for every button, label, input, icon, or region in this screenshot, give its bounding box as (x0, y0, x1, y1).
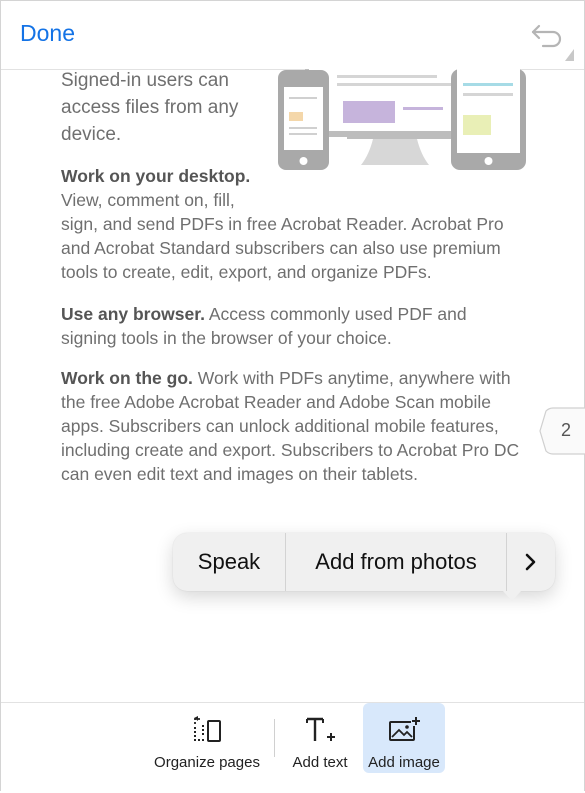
desktop-line1: View, comment on, fill, (61, 190, 235, 210)
context-menu: Speak Add from photos (173, 533, 555, 601)
go-heading: Work on the go. (61, 368, 193, 388)
devices-illustration (278, 69, 526, 170)
intro-text: Signed-in users can access files from an… (61, 70, 239, 145)
add-from-photos-menu-item[interactable]: Add from photos (286, 533, 507, 591)
more-options-chevron-icon[interactable] (507, 533, 555, 591)
organize-pages-button[interactable]: Organize pages (151, 703, 263, 773)
chevron-right-icon (525, 553, 536, 571)
desktop-paragraph: Work on your desktop. View, comment on, … (61, 164, 523, 284)
page-number: 2 (561, 420, 572, 440)
undo-icon[interactable] (529, 20, 565, 50)
go-paragraph: Work on the go. Work with PDFs anytime, … (61, 366, 523, 486)
add-text-icon (306, 717, 335, 741)
desktop-heading: Work on your desktop. (61, 166, 251, 186)
top-bar: Done (1, 1, 584, 70)
add-image-button[interactable]: Add image (363, 703, 445, 773)
done-button[interactable]: Done (20, 20, 75, 47)
organize-pages-label: Organize pages (154, 754, 260, 771)
add-text-label: Add text (292, 754, 348, 771)
speak-menu-item[interactable]: Speak (173, 533, 286, 591)
add-image-icon (389, 716, 421, 741)
desktop-body: sign, and send PDFs in free Acrobat Read… (61, 214, 504, 282)
toolbar-divider (274, 719, 275, 757)
organize-pages-icon (194, 716, 221, 742)
add-image-label: Add image (368, 754, 440, 771)
bottom-toolbar: Organize pages Add text Add image (1, 702, 584, 793)
browser-heading: Use any browser. (61, 304, 205, 324)
browser-paragraph: Use any browser. Access commonly used PD… (61, 302, 523, 350)
corner-marker-icon (565, 49, 574, 61)
add-text-button[interactable]: Add text (285, 703, 355, 773)
